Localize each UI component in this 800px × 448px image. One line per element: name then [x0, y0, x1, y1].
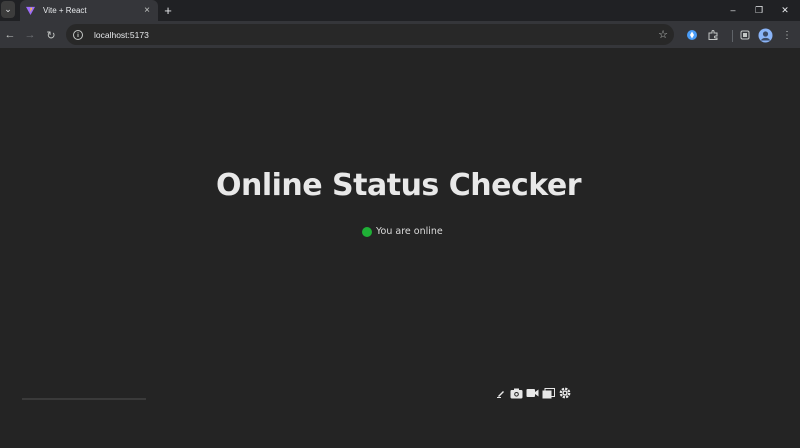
profile-avatar-icon[interactable] — [756, 26, 774, 44]
page-title: Online Status Checker — [215, 168, 582, 203]
extension-pin-icon[interactable] — [683, 26, 701, 44]
menu-icon[interactable]: ⋮ — [778, 26, 796, 44]
camera-icon[interactable] — [510, 387, 523, 399]
star-icon[interactable]: ☆ — [654, 28, 672, 41]
horizontal-scrollbar[interactable] — [22, 398, 146, 400]
site-info-icon[interactable] — [72, 29, 84, 41]
puzzle-icon[interactable] — [704, 26, 722, 44]
page-content — [0, 48, 800, 448]
pen-icon[interactable] — [494, 387, 507, 399]
tab-close-icon[interactable]: × — [140, 5, 154, 16]
settings-icon[interactable] — [558, 387, 571, 399]
vite-logo-icon — [26, 6, 35, 15]
url-text[interactable]: localhost:5173 — [94, 30, 654, 40]
chevron-down-icon: ⌄ — [4, 4, 12, 14]
tab-active[interactable]: Vite + React × — [20, 0, 158, 21]
status-text: You are online — [376, 226, 443, 237]
status-indicator-icon — [362, 226, 372, 237]
toolbar-divider — [732, 30, 733, 42]
browser-toolbar: ← → ↻ localhost:5173 ☆ ⋮ — [0, 21, 800, 48]
tab-strip: ⌄ Vite + React × + – ❐ ✕ — [0, 0, 800, 21]
capture-toolbar — [494, 387, 571, 399]
back-button[interactable]: ← — [1, 26, 19, 44]
forward-button[interactable]: → — [21, 26, 39, 44]
video-icon[interactable] — [526, 387, 539, 399]
tab-title: Vite + React — [43, 6, 87, 15]
sidebar-icon[interactable] — [736, 26, 754, 44]
tab-search-button[interactable]: ⌄ — [1, 1, 15, 18]
online-status: You are online — [362, 226, 443, 237]
close-window-button[interactable]: ✕ — [770, 0, 800, 20]
new-tab-button[interactable]: + — [160, 2, 176, 18]
reload-button[interactable]: ↻ — [42, 26, 60, 44]
address-bar[interactable]: localhost:5173 ☆ — [66, 24, 674, 45]
copy-icon[interactable] — [542, 387, 555, 399]
